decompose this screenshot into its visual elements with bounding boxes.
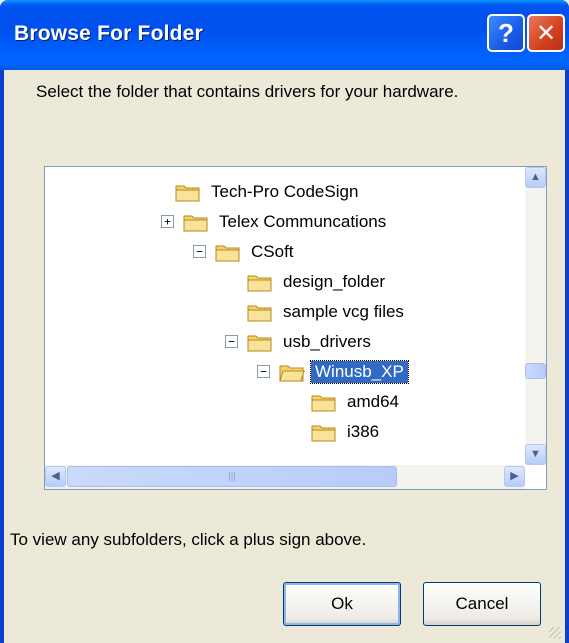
tree-node-label: i386 (347, 422, 380, 441)
tree-node-label: usb_drivers (283, 332, 371, 351)
resize-grip-icon[interactable] (549, 627, 561, 639)
hint-text: To view any subfolders, click a plus sig… (10, 530, 367, 549)
scroll-up-button[interactable]: ▲ (525, 167, 546, 188)
folder-tree[interactable]: Tech-Pro CodeSign + Telex Communcations … (44, 166, 547, 490)
folder-icon (183, 212, 209, 232)
scroll-left-button[interactable]: ◀ (45, 466, 66, 487)
tree-node-label: CSoft (251, 242, 294, 261)
folder-icon (215, 242, 241, 262)
tree-viewport: Tech-Pro CodeSign + Telex Communcations … (45, 167, 525, 465)
vertical-scroll-thumb[interactable] (525, 363, 546, 379)
browse-for-folder-window: Browse For Folder ? ✕ Select the folder … (0, 0, 569, 643)
tree-node-label: design_folder (283, 272, 386, 291)
tree-node-label: Telex Communcations (219, 212, 387, 231)
window-title: Browse For Folder (14, 22, 203, 45)
folder-icon (247, 272, 273, 292)
folder-icon (247, 302, 273, 322)
folder-icon (175, 182, 201, 202)
prompt-text: Select the folder that contains drivers … (36, 82, 459, 101)
tree-node-label: sample vcg files (283, 302, 404, 321)
close-button[interactable]: ✕ (527, 14, 565, 52)
folder-icon (311, 422, 337, 442)
vertical-scrollbar[interactable]: ▲ ▼ (525, 167, 546, 465)
open-folder-icon (279, 362, 305, 382)
scroll-right-button[interactable]: ▶ (504, 466, 525, 487)
help-button[interactable]: ? (487, 14, 525, 52)
tree-node-label: Tech-Pro CodeSign (211, 182, 359, 201)
folder-icon (247, 332, 273, 352)
dialog-body: Select the folder that contains drivers … (4, 70, 565, 643)
title-bar[interactable]: Browse For Folder ? ✕ (0, 0, 569, 70)
collapse-minus-icon[interactable]: − (225, 335, 238, 348)
horizontal-scrollbar[interactable]: ◀ ||| ▶ (45, 465, 525, 489)
scroll-down-button[interactable]: ▼ (525, 444, 546, 465)
expand-plus-icon[interactable]: + (161, 215, 174, 228)
collapse-minus-icon[interactable]: − (257, 365, 270, 378)
horizontal-scroll-thumb[interactable]: ||| (67, 466, 397, 487)
collapse-minus-icon[interactable]: − (193, 245, 206, 258)
folder-icon (311, 392, 337, 412)
tree-node-label: amd64 (347, 392, 399, 411)
ok-button[interactable]: Ok (283, 582, 401, 626)
tree-node-label-selected: Winusb_XP (310, 360, 409, 384)
cancel-button[interactable]: Cancel (423, 582, 541, 626)
